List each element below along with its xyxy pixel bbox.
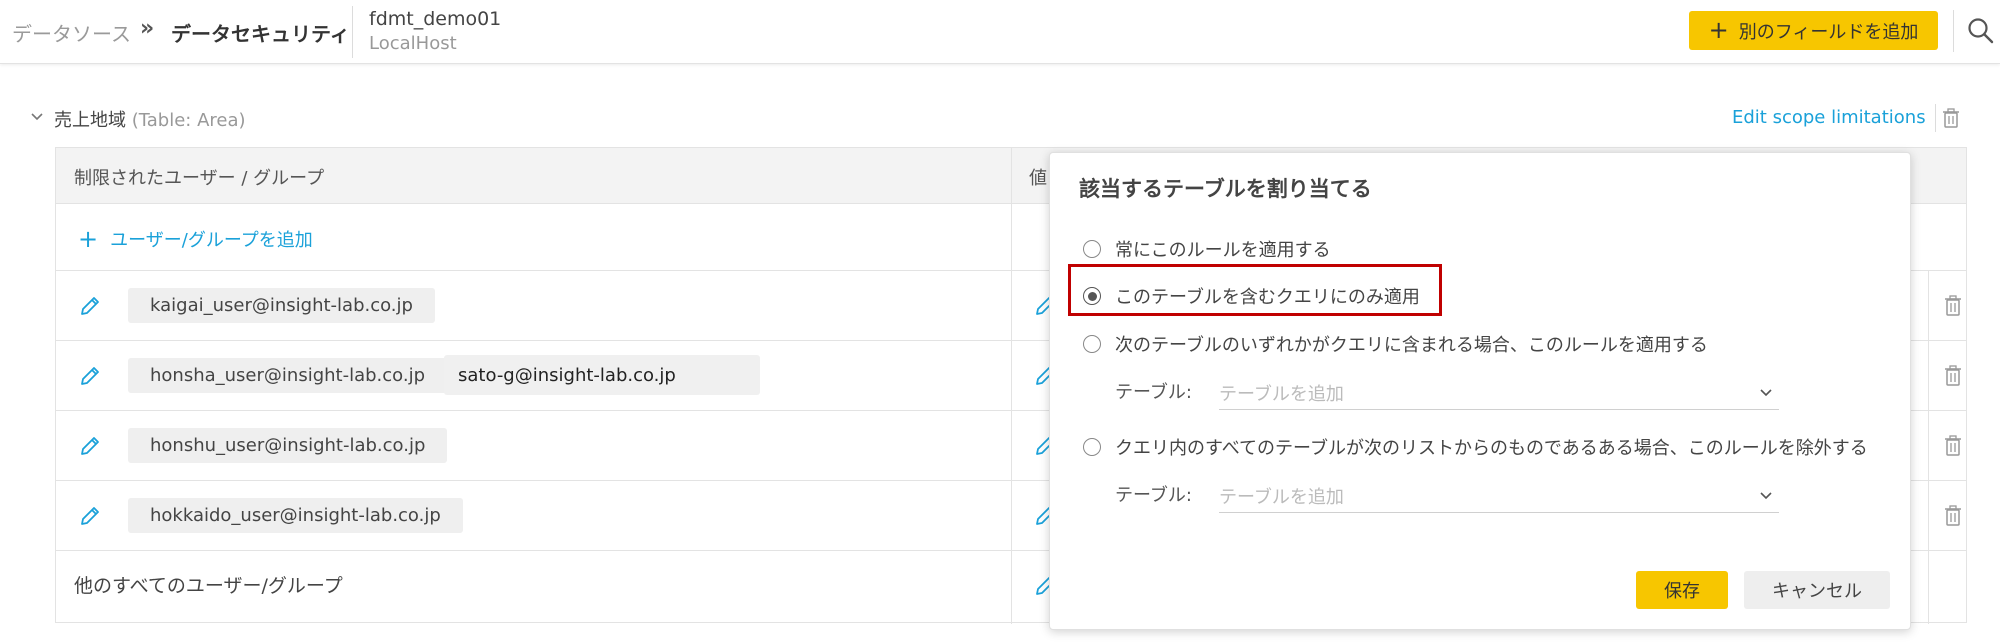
breadcrumb-current: データセキュリティ bbox=[171, 22, 350, 46]
breadcrumb-separator: » bbox=[140, 16, 155, 41]
search-icon[interactable] bbox=[1966, 16, 1996, 46]
user-group-input[interactable]: sato-g@insight-lab.co.jp bbox=[444, 355, 760, 395]
breadcrumb-datasource[interactable]: データソース bbox=[12, 18, 131, 47]
header-divider-right bbox=[1953, 10, 1954, 52]
datasource-host: LocalHost bbox=[369, 33, 457, 54]
trash-icon[interactable] bbox=[1943, 363, 1963, 387]
cancel-button[interactable]: キャンセル bbox=[1744, 571, 1890, 609]
add-user-group-label: ユーザー/グループを追加 bbox=[110, 230, 313, 251]
trash-icon[interactable] bbox=[1943, 503, 1963, 527]
popup-title: 該当するテーブルを割り当てる bbox=[1079, 177, 1372, 201]
radio-label: 次のテーブルのいずれかがクエリに含まれる場合、このルールを適用する bbox=[1115, 335, 1708, 356]
radio-option-containing-table[interactable]: このテーブルを含むクエリにのみ適用 bbox=[1083, 283, 1420, 309]
section-divider bbox=[1935, 104, 1936, 132]
page: データソース » データセキュリティ fdmt_demo01 LocalHost… bbox=[0, 0, 2000, 644]
add-field-label: 別のフィールドを追加 bbox=[1738, 21, 1919, 43]
table-select[interactable]: テーブルを追加 bbox=[1219, 376, 1779, 410]
table-select[interactable]: テーブルを追加 bbox=[1219, 479, 1779, 513]
radio-button[interactable] bbox=[1083, 240, 1101, 258]
radio-label: クエリ内のすべてのテーブルが次のリストからのものであるある場合、このルールを除外… bbox=[1115, 438, 1868, 459]
datasource-name: fdmt_demo01 bbox=[369, 8, 502, 30]
section-title-text: 売上地域 bbox=[54, 110, 126, 131]
trash-icon[interactable] bbox=[1943, 293, 1963, 317]
user-chip[interactable]: honshu_user@insight-lab.co.jp bbox=[128, 428, 448, 463]
table-select-placeholder: テーブルを追加 bbox=[1219, 487, 1344, 508]
chevron-down-icon bbox=[1760, 492, 1772, 500]
radio-button[interactable] bbox=[1083, 335, 1101, 353]
trash-icon[interactable] bbox=[1943, 433, 1963, 457]
add-user-group-button[interactable]: + ユーザー/グループを追加 bbox=[78, 226, 313, 252]
radio-button-selected[interactable] bbox=[1083, 287, 1101, 305]
plus-icon: + bbox=[78, 225, 99, 253]
user-chip[interactable]: honsha_user@insight-lab.co.jp bbox=[128, 358, 448, 393]
edit-scope-link[interactable]: Edit scope limitations bbox=[1732, 107, 1926, 128]
chevron-down-icon bbox=[1760, 389, 1772, 397]
table-select-placeholder: テーブルを追加 bbox=[1219, 384, 1344, 405]
others-label: 他のすべてのユーザー/グループ bbox=[74, 575, 343, 597]
header-divider bbox=[352, 6, 353, 58]
add-field-button[interactable]: + 別のフィールドを追加 bbox=[1689, 11, 1938, 50]
table-field-label: テーブル: bbox=[1115, 485, 1192, 506]
save-button[interactable]: 保存 bbox=[1636, 571, 1728, 609]
radio-option-exclude-if-all[interactable]: クエリ内のすべてのテーブルが次のリストからのものであるある場合、このルールを除外… bbox=[1083, 434, 1868, 460]
radio-button[interactable] bbox=[1083, 438, 1101, 456]
pencil-icon[interactable] bbox=[78, 294, 102, 318]
trash-icon[interactable] bbox=[1940, 107, 1962, 129]
user-chip[interactable]: kaigai_user@insight-lab.co.jp bbox=[128, 288, 435, 323]
column-header-value: 値 bbox=[1029, 168, 1047, 189]
top-bar: データソース » データセキュリティ fdmt_demo01 LocalHost… bbox=[0, 0, 2000, 64]
radio-label: このテーブルを含むクエリにのみ適用 bbox=[1115, 287, 1420, 308]
user-chip[interactable]: hokkaido_user@insight-lab.co.jp bbox=[128, 498, 463, 533]
column-header-users: 制限されたユーザー / グループ bbox=[74, 168, 325, 189]
radio-option-any-of-tables[interactable]: 次のテーブルのいずれかがクエリに含まれる場合、このルールを適用する bbox=[1083, 331, 1708, 357]
section-subtitle: (Table: Area) bbox=[131, 110, 246, 131]
section-title: 売上地域 (Table: Area) bbox=[54, 106, 246, 132]
pencil-icon[interactable] bbox=[78, 364, 102, 388]
pencil-icon[interactable] bbox=[78, 434, 102, 458]
chevron-down-icon[interactable] bbox=[28, 108, 46, 126]
table-field-label: テーブル: bbox=[1115, 382, 1192, 403]
assign-tables-popup: 該当するテーブルを割り当てる 常にこのルールを適用する このテーブルを含むクエリ… bbox=[1049, 152, 1911, 630]
plus-icon: + bbox=[1708, 15, 1729, 44]
pencil-icon[interactable] bbox=[78, 504, 102, 528]
radio-option-always[interactable]: 常にこのルールを適用する bbox=[1083, 236, 1331, 262]
radio-label: 常にこのルールを適用する bbox=[1115, 240, 1331, 261]
